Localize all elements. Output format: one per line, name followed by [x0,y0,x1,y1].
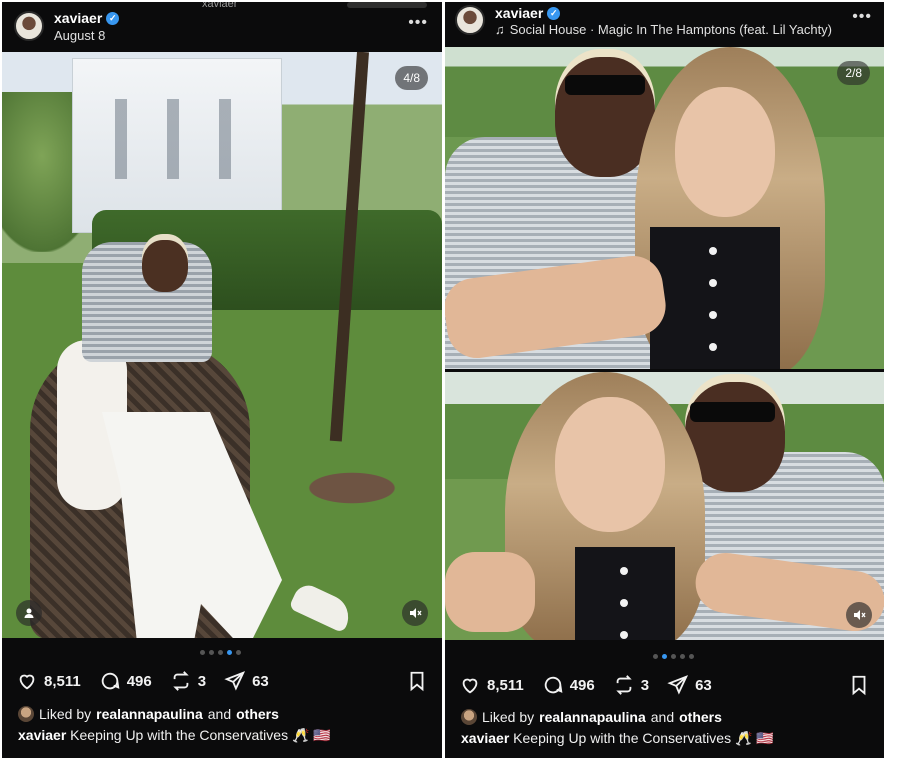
username[interactable]: xaviaer ✓ [54,10,120,26]
liker-avatar[interactable] [461,709,477,725]
liked-by-others[interactable]: others [236,706,279,722]
action-bar: 8,511 496 3 63 [16,668,428,694]
liked-by-row: Liked by realannapaulina and others [461,709,722,725]
repost-count: 3 [197,672,207,690]
repost-count: 3 [640,676,650,694]
media-counter-badge: 2/8 [837,61,870,85]
bookmark-icon [410,671,424,692]
comment-count: 496 [569,676,595,694]
comment-button[interactable]: 496 [99,670,152,692]
photo-dress [575,547,675,640]
carousel-dot [209,650,214,655]
post-photo-bottom[interactable] [445,372,884,640]
send-icon [667,675,689,695]
photo-woman-face [675,87,775,217]
carousel-dot-active [662,654,667,659]
liked-by-and: and [650,709,675,725]
more-options-icon[interactable]: ••• [408,14,428,32]
liked-by-user[interactable]: realannapaulina [96,706,203,722]
caption-text: Keeping Up with the Conservatives 🥂 🇺🇸 [513,730,774,746]
liked-by-row: Liked by realannapaulina and others [18,706,279,722]
share-button[interactable]: 63 [224,670,269,692]
post-photo-top[interactable]: 2/8 [445,47,884,369]
share-count: 63 [252,672,269,690]
photo-sunglasses [690,402,775,422]
verified-badge-icon: ✓ [547,6,561,20]
post-date: August 8 [54,28,106,43]
post-caption: xaviaer Keeping Up with the Conservative… [18,727,331,744]
repost-icon [173,671,189,691]
repost-button[interactable]: 3 [613,674,649,696]
bookmark-icon [852,675,866,696]
like-button[interactable]: 8,511 [16,670,81,692]
caption-username[interactable]: xaviaer [18,727,66,743]
audio-track[interactable]: ♫ Social House · Magic In The Hamptons (… [495,22,832,37]
carousel-indicator [200,650,241,655]
avatar[interactable] [14,11,44,41]
comment-count: 496 [126,672,152,690]
username-text: xaviaer [495,5,544,21]
liked-by-user[interactable]: realannapaulina [539,709,646,725]
send-icon [224,671,246,691]
caption-text: Keeping Up with the Conservatives 🥂 🇺🇸 [70,727,331,743]
liked-by-and: and [207,706,232,722]
user-tag-icon[interactable] [16,600,42,626]
carousel-dot [236,650,241,655]
more-options-icon[interactable]: ••• [852,8,872,26]
liker-avatar[interactable] [18,706,34,722]
comment-icon [101,672,120,690]
liked-by-others[interactable]: others [679,709,722,725]
post-header: xaviaer ✓ August 8 ••• [2,2,442,52]
post-panel-left: xaviaer xaviaer ✓ August 8 ••• 4/8 8,511… [2,2,442,758]
photo-woman-face [555,397,665,532]
liked-by-prefix: Liked by [482,709,535,725]
like-button[interactable]: 8,511 [459,674,524,696]
carousel-dot [680,654,685,659]
music-note-icon: ♫ [495,22,505,37]
heart-icon [462,678,478,694]
save-button[interactable] [406,670,428,692]
heart-icon [19,674,35,690]
save-button[interactable] [848,674,870,696]
speaker-muted-icon[interactable] [846,602,872,628]
liked-by-prefix: Liked by [39,706,92,722]
post-caption: xaviaer Keeping Up with the Conservative… [461,730,774,747]
photo-dress [650,227,780,369]
photo-shoe [288,580,356,634]
avatar[interactable] [455,5,485,35]
repost-button[interactable]: 3 [170,670,206,692]
share-count: 63 [695,676,712,694]
audio-track-name: Social House · Magic In The Hamptons (fe… [509,22,833,37]
carousel-dot-active [227,650,232,655]
carousel-dot [218,650,223,655]
carousel-indicator [653,654,694,659]
carousel-dot [653,654,658,659]
comment-button[interactable]: 496 [542,674,595,696]
like-count: 8,511 [487,676,524,694]
username-text: xaviaer [54,10,103,26]
post-photo[interactable]: 4/8 [2,52,442,638]
like-count: 8,511 [44,672,81,690]
speaker-muted-icon[interactable] [402,600,428,626]
action-bar: 8,511 496 3 63 [459,672,870,698]
share-button[interactable]: 63 [667,674,712,696]
repost-icon [616,675,632,695]
post-header: xaviaer ✓ ♫ Social House · Magic In The … [445,2,884,52]
comment-icon [544,676,563,694]
caption-username[interactable]: xaviaer [461,730,509,746]
media-counter-badge: 4/8 [395,66,428,90]
carousel-dot [200,650,205,655]
username[interactable]: xaviaer ✓ [495,5,561,21]
photo-arm [445,552,535,632]
carousel-dot [671,654,676,659]
photo-man-head [142,240,188,292]
carousel-dot [689,654,694,659]
verified-badge-icon: ✓ [106,11,120,25]
photo-sunglasses [565,75,645,95]
photo-house [72,58,282,233]
post-panel-right: xaviaer ✓ ♫ Social House · Magic In The … [445,2,884,758]
